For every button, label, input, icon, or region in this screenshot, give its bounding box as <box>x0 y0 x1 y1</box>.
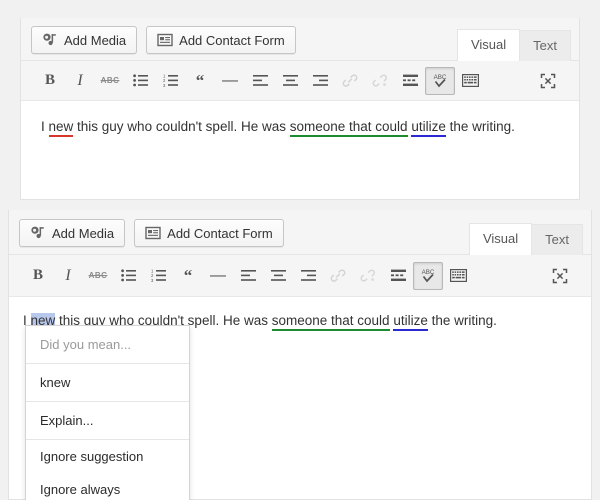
strikethrough-button[interactable]: ABC <box>83 262 113 290</box>
insert-link-button[interactable] <box>323 262 353 290</box>
formatting-toolbar-bottom: B I ABC 1 2 3 “ — ABC <box>9 255 591 297</box>
suggestion-item-explain[interactable]: Explain... <box>26 402 189 440</box>
editor-content-top[interactable]: I new this guy who couldn't spell. He wa… <box>21 101 579 198</box>
doc-seg: this guy who couldn't spell. He was <box>73 119 290 134</box>
add-media-label: Add Media <box>52 225 115 241</box>
contact-form-icon <box>157 32 173 48</box>
add-media-button[interactable]: Add Media <box>19 219 126 247</box>
bold-button[interactable]: B <box>23 262 53 290</box>
formatting-toolbar-top: B I ABC 1 2 3 “ — ABC <box>21 61 579 101</box>
tab-visual[interactable]: Visual <box>468 223 533 255</box>
align-right-button[interactable] <box>305 67 335 95</box>
tab-text[interactable]: Text <box>531 224 583 255</box>
add-contact-form-button[interactable]: Add Contact Form <box>134 219 284 247</box>
unlink-button[interactable] <box>353 262 383 290</box>
misspelled-word-new[interactable]: new <box>48 119 74 137</box>
italic-button[interactable]: I <box>65 67 95 95</box>
grammar-flagged-phrase[interactable]: someone that could <box>271 313 390 331</box>
svg-text:3: 3 <box>163 83 166 87</box>
page-root: Add Media Add Contact Form Visual Text B… <box>0 0 600 500</box>
media-bar-bottom: Add Media Add Contact Form Visual Text <box>9 210 591 255</box>
bold-button[interactable]: B <box>35 67 65 95</box>
align-left-button[interactable] <box>245 67 275 95</box>
suggestion-item-knew[interactable]: knew <box>26 364 189 402</box>
ordered-list-button[interactable]: 1 2 3 <box>155 67 185 95</box>
doc-seg: I <box>41 119 49 134</box>
suggestion-menu-header: Did you mean... <box>26 326 189 364</box>
spellcheck-suggestion-menu: Did you mean... knew Explain... Ignore s… <box>25 325 190 500</box>
add-media-icon <box>42 32 58 48</box>
insert-read-more-button[interactable] <box>395 67 425 95</box>
editor-panel-top: Add Media Add Contact Form Visual Text B… <box>20 18 580 200</box>
grammar-flagged-phrase[interactable]: someone that could <box>289 119 408 137</box>
blockquote-button[interactable]: “ <box>185 67 215 95</box>
insert-link-button[interactable] <box>335 67 365 95</box>
unordered-list-button[interactable] <box>125 67 155 95</box>
add-contact-form-label: Add Contact Form <box>179 32 285 48</box>
add-contact-form-button[interactable]: Add Contact Form <box>146 26 296 54</box>
unlink-button[interactable] <box>365 67 395 95</box>
keyboard-shortcuts-button[interactable] <box>455 67 485 95</box>
contact-form-icon <box>145 225 161 241</box>
add-media-label: Add Media <box>64 32 127 48</box>
media-bar-top: Add Media Add Contact Form Visual Text <box>21 18 579 61</box>
horizontal-rule-button[interactable]: — <box>215 67 245 95</box>
suggestion-item-ignore-suggestion[interactable]: Ignore suggestion <box>26 440 189 473</box>
fullscreen-button[interactable] <box>533 67 563 95</box>
svg-text:3: 3 <box>151 278 154 282</box>
style-flagged-word-utilize[interactable]: utilize <box>411 119 446 137</box>
doc-seg: the writing. <box>445 119 515 134</box>
spellcheck-button[interactable]: ABC <box>425 66 455 95</box>
suggestion-item-ignore-always[interactable]: Ignore always <box>26 473 189 500</box>
editor-mode-tabs-top: Visual Text <box>456 29 571 61</box>
add-media-button[interactable]: Add Media <box>31 26 138 54</box>
tab-text[interactable]: Text <box>519 30 571 61</box>
horizontal-rule-button[interactable]: — <box>203 262 233 290</box>
align-left-button[interactable] <box>233 262 263 290</box>
insert-read-more-button[interactable] <box>383 262 413 290</box>
add-media-icon <box>30 225 46 241</box>
italic-button[interactable]: I <box>53 262 83 290</box>
style-flagged-word-utilize[interactable]: utilize <box>393 313 428 331</box>
tab-visual[interactable]: Visual <box>456 29 521 61</box>
keyboard-shortcuts-button[interactable] <box>443 262 473 290</box>
blockquote-button[interactable]: “ <box>173 262 203 290</box>
strikethrough-button[interactable]: ABC <box>95 67 125 95</box>
align-center-button[interactable] <box>263 262 293 290</box>
align-right-button[interactable] <box>293 262 323 290</box>
align-center-button[interactable] <box>275 67 305 95</box>
spellcheck-button[interactable]: ABC <box>413 261 443 290</box>
ordered-list-button[interactable]: 1 2 3 <box>143 262 173 290</box>
doc-seg: the writing. <box>427 313 497 328</box>
unordered-list-button[interactable] <box>113 262 143 290</box>
document-line-top: I new this guy who couldn't spell. He wa… <box>41 117 561 137</box>
editor-mode-tabs-bottom: Visual Text <box>468 223 583 255</box>
fullscreen-button[interactable] <box>545 262 575 290</box>
add-contact-form-label: Add Contact Form <box>167 225 273 241</box>
